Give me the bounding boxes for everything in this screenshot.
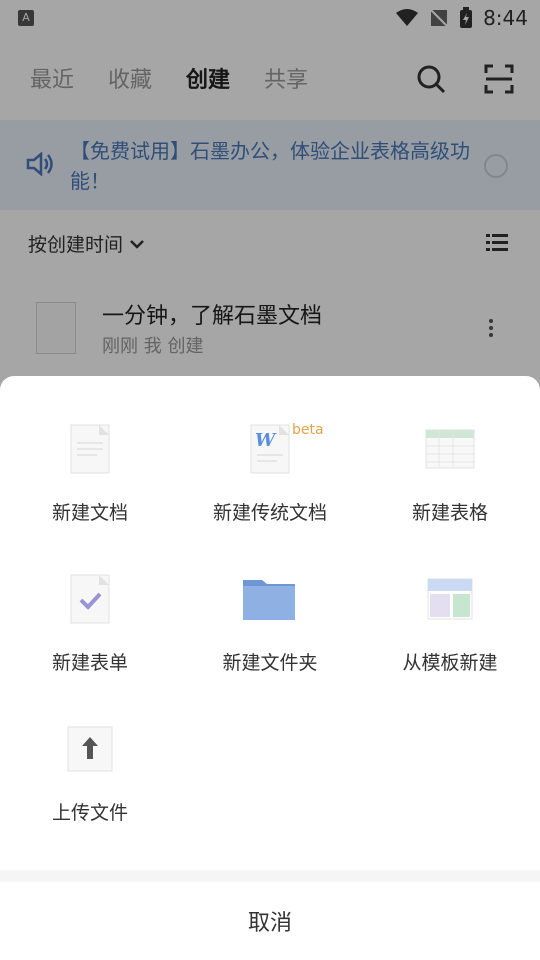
action-label: 上传文件: [51, 802, 128, 824]
folder-icon: [243, 580, 295, 620]
action-label: 新建文件夹: [222, 652, 318, 674]
action-label: 新建表单: [51, 652, 128, 674]
beta-badge: beta: [292, 422, 324, 438]
sheet-divider: [0, 870, 540, 882]
template-icon: [427, 578, 473, 620]
action-label: 从模板新建: [402, 652, 498, 674]
upload-icon: [67, 726, 113, 772]
doc-icon: [70, 424, 110, 474]
action-label: 新建传统文档: [212, 502, 327, 524]
action-label: 新建文档: [51, 502, 128, 524]
word-doc-icon: W: [250, 424, 290, 474]
cancel-button[interactable]: 取消: [0, 882, 540, 960]
create-bottom-sheet: 新建文档 W 新建传统文档 新建表格 新建表单 新建文件夹 从模板新建 上传文件…: [0, 376, 540, 960]
svg-text:W: W: [255, 430, 277, 451]
form-icon: [70, 574, 110, 624]
sheet-icon: [425, 429, 475, 469]
action-label: 新建表格: [411, 502, 488, 524]
